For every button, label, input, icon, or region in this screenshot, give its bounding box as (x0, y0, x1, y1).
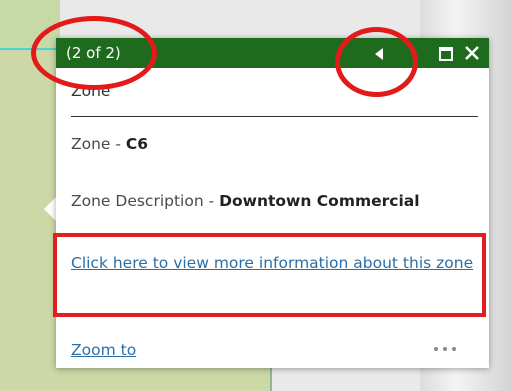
zone-description-label: Zone Description - (71, 192, 220, 210)
maximize-icon (439, 47, 453, 61)
maximize-button[interactable] (439, 46, 453, 61)
zone-label: Zone - (71, 135, 126, 153)
zone-description-value: Downtown Commercial (219, 192, 420, 210)
annotation-highlight-box (53, 233, 486, 317)
close-icon (465, 46, 479, 60)
zone-field: Zone - C6 (71, 135, 148, 153)
feature-popup: (2 of 2) Zone Zone - C6 Zone Description… (53, 38, 489, 368)
zoom-to-link[interactable]: Zoom to (71, 341, 136, 359)
zone-value: C6 (125, 135, 149, 153)
annotation-circle-counter (31, 16, 157, 90)
close-button[interactable] (463, 44, 481, 62)
zone-description-field: Zone Description - Downtown Commercial (71, 192, 420, 210)
annotation-circle-previous (335, 27, 418, 97)
more-actions-button[interactable] (432, 344, 458, 354)
divider (71, 116, 478, 117)
